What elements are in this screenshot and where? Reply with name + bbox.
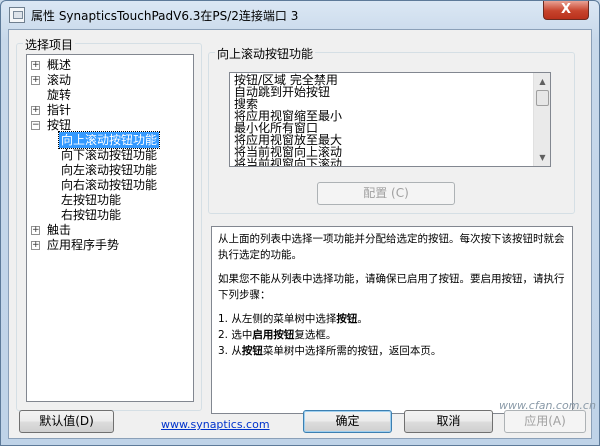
description-step-3: 3. 从按钮菜单树中选择所需的按钮，返回本页。: [218, 345, 442, 357]
cancel-button[interactable]: 取消: [404, 410, 493, 433]
expand-icon[interactable]: +: [31, 61, 40, 70]
dialog-client-area: 选择项目 + 概述 + 滚动 旋转 + 指针 − 按钮 向上滚动按钮功能 向下滚…: [8, 29, 592, 439]
tree-item-label: 应用程序手势: [47, 238, 120, 252]
synaptics-website-link[interactable]: www.synaptics.com: [161, 418, 270, 431]
tree-item-label: 旋转: [47, 88, 72, 102]
description-step-1: 1. 从左侧的菜单树中选择按钮。: [218, 313, 368, 325]
tree-item-label: 触击: [47, 223, 72, 237]
expand-icon[interactable]: +: [31, 106, 40, 115]
function-group-label: 向上滚动按钮功能: [215, 45, 316, 62]
tree-item-left-button-function[interactable]: 左按钮功能: [27, 192, 193, 208]
select-item-label: 选择项目: [23, 36, 76, 53]
description-step-2: 2. 选中启用按钮复选框。: [218, 329, 337, 341]
tree-item-tapping[interactable]: + 触击: [27, 222, 193, 238]
tree-item-buttons[interactable]: − 按钮: [27, 117, 193, 133]
tree-item-label: 概述: [47, 58, 72, 72]
description-panel: 从上面的列表中选择一项功能并分配给选定的按钮。每次按下该按钮时就会执行选定的功能…: [211, 226, 573, 414]
tree-item-scroll-up-button-function[interactable]: 向上滚动按钮功能: [27, 131, 193, 149]
apply-button[interactable]: 应用(A): [504, 410, 586, 433]
defaults-button[interactable]: 默认值(D): [19, 410, 114, 433]
tree-item-label: 右按钮功能: [61, 208, 122, 222]
ok-button[interactable]: 确定: [303, 410, 392, 433]
tree-item-label: 向上滚动按钮功能: [57, 131, 161, 149]
tree-item-label: 按钮: [47, 118, 72, 132]
function-listbox[interactable]: 按钮/区域 完全禁用 自动跳到开始按钮 搜索 将应用视窗缩至最小 最小化所有窗口…: [229, 72, 551, 167]
configure-button[interactable]: 配置 (C): [317, 182, 455, 205]
list-item[interactable]: 将当前视窗向下滚动: [234, 158, 342, 167]
expand-icon[interactable]: +: [31, 226, 40, 235]
title-bar[interactable]: 属性 SynapticsTouchPadV6.3在PS/2连接端口 3 X: [1, 1, 599, 29]
tree-item-scrolling[interactable]: + 滚动: [27, 72, 193, 88]
tree-item-rotation[interactable]: 旋转: [27, 87, 193, 103]
scroll-up-arrow-icon[interactable]: ▲: [535, 74, 550, 89]
touchpad-properties-icon: [9, 7, 25, 23]
tree-item-label: 向右滚动按钮功能: [61, 178, 158, 192]
description-intro: 从上面的列表中选择一项功能并分配给选定的按钮。每次按下该按钮时就会执行选定的功能…: [218, 233, 565, 261]
list-scrollbar[interactable]: ▲ ▼: [533, 73, 550, 166]
tree-item-label: 左按钮功能: [61, 193, 122, 207]
tree-item-label: 滚动: [47, 73, 72, 87]
settings-tree[interactable]: + 概述 + 滚动 旋转 + 指针 − 按钮 向上滚动按钮功能 向下滚动按钮功能…: [26, 54, 194, 402]
close-icon: X: [560, 2, 572, 17]
collapse-icon[interactable]: −: [31, 121, 40, 130]
tree-item-application-gestures[interactable]: + 应用程序手势: [27, 237, 193, 253]
close-button[interactable]: X: [543, 1, 589, 20]
scroll-down-arrow-icon[interactable]: ▼: [535, 150, 550, 165]
tree-item-label: 向下滚动按钮功能: [61, 148, 158, 162]
tree-item-right-button-function[interactable]: 右按钮功能: [27, 207, 193, 223]
tree-item-scroll-right-button-function[interactable]: 向右滚动按钮功能: [27, 177, 193, 193]
tree-item-label: 指针: [47, 103, 72, 117]
tree-item-overview[interactable]: + 概述: [27, 57, 193, 73]
description-instructions: 如果您不能从列表中选择功能，请确保已启用了按钮。要启用按钮，请执行下列步骤：: [218, 273, 565, 301]
expand-icon[interactable]: +: [31, 241, 40, 250]
window-title: 属性 SynapticsTouchPadV6.3在PS/2连接端口 3: [31, 9, 299, 23]
scrollbar-thumb[interactable]: [536, 90, 549, 106]
dialog-window: 属性 SynapticsTouchPadV6.3在PS/2连接端口 3 X 选择…: [0, 0, 600, 446]
expand-icon[interactable]: +: [31, 76, 40, 85]
tree-item-pointing[interactable]: + 指针: [27, 102, 193, 118]
tree-item-scroll-down-button-function[interactable]: 向下滚动按钮功能: [27, 147, 193, 163]
tree-item-label: 向左滚动按钮功能: [61, 163, 158, 177]
site-watermark: www.cfan.com.cn: [499, 399, 596, 412]
tree-item-scroll-left-button-function[interactable]: 向左滚动按钮功能: [27, 162, 193, 178]
